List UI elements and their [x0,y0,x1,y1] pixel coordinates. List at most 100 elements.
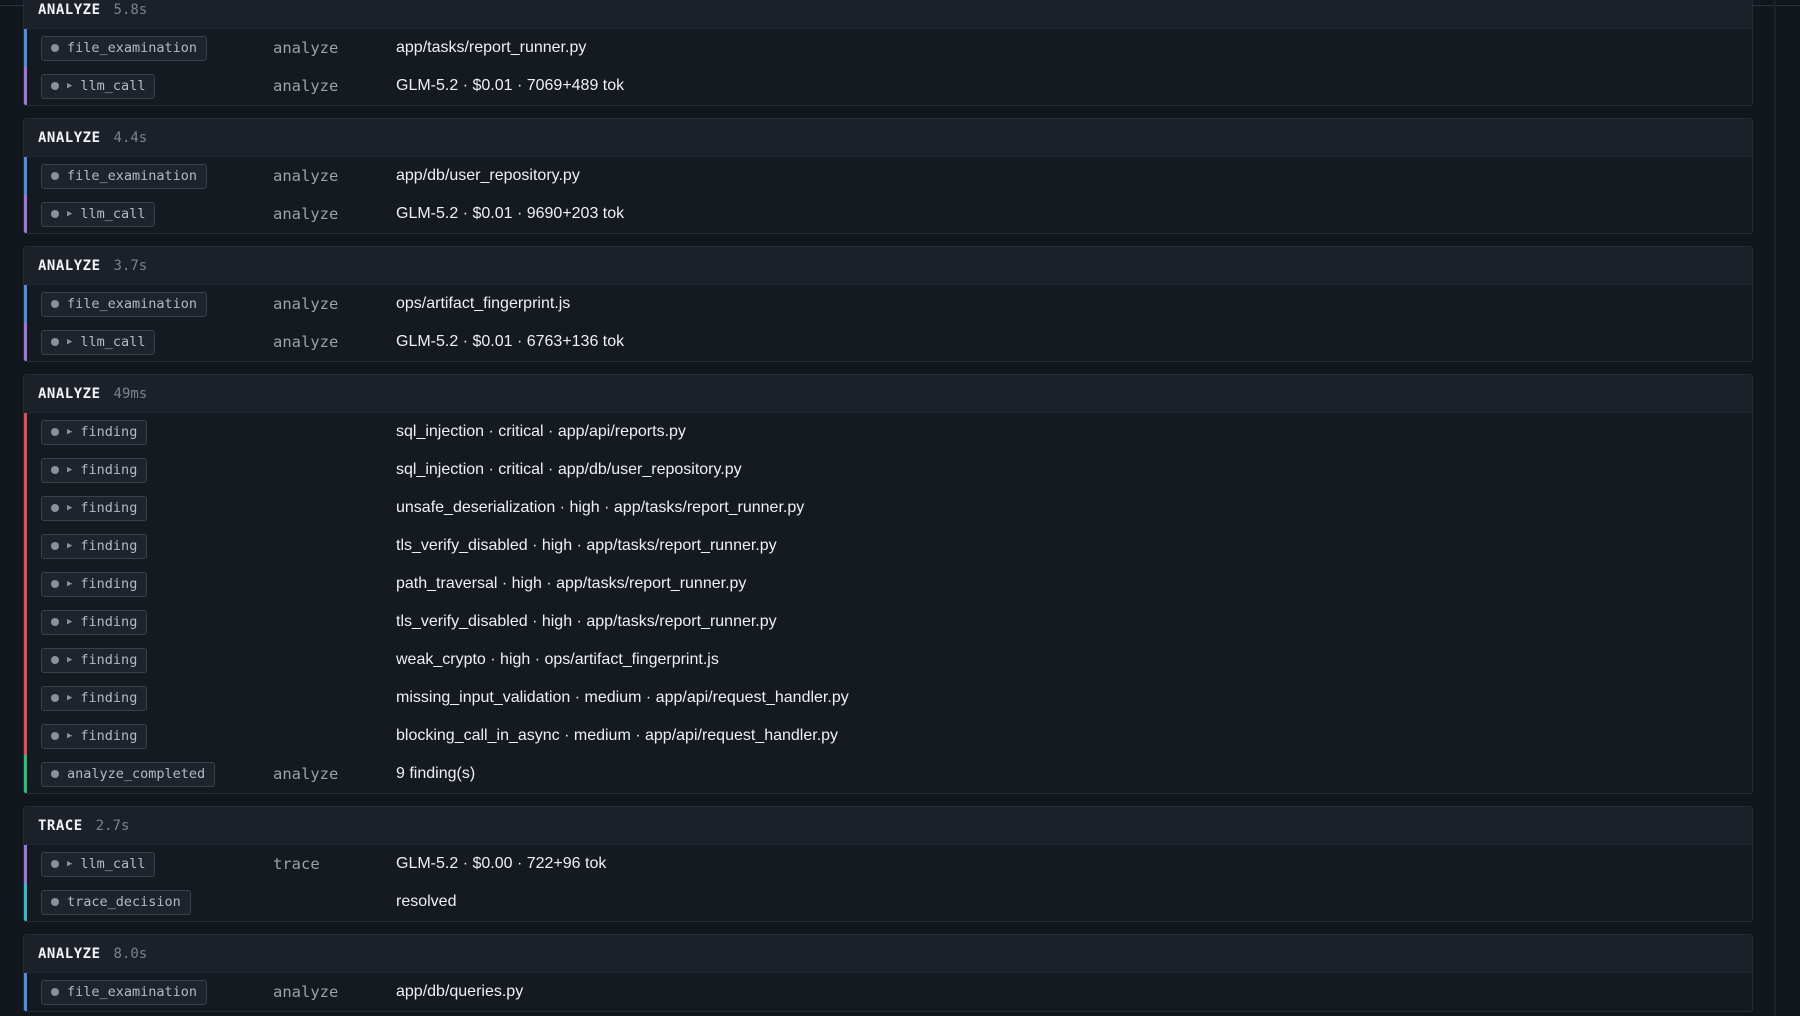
expand-caret-icon[interactable]: ▶ [67,541,72,551]
event-type-label: file_examination [67,296,198,312]
event-type-indicator [24,489,27,527]
status-dot-icon [51,466,59,474]
event-type-chip[interactable]: ▶ finding [41,609,148,635]
event-description: app/tasks/report_runner.py [396,39,587,56]
event-type-indicator [24,285,27,323]
expand-caret-icon[interactable]: ▶ [67,731,72,741]
event-type-indicator [24,565,27,603]
event-type-label: llm_call [80,78,146,94]
event-type-indicator [24,451,27,489]
expand-caret-icon[interactable]: ▶ [67,465,72,475]
event-type-chip[interactable]: ▶ finding [41,647,148,673]
expand-caret-icon[interactable]: ▶ [67,503,72,513]
event-row: ▶ llm_call analyze GLM-5.2 · $0.01 · 6763+1… [24,323,1752,361]
event-group: ANALYZE 4.4s file_examination analyze app/db… [23,118,1753,234]
event-type-label: analyze_completed [67,766,206,782]
event-description: app/db/user_repository.py [396,167,580,184]
event-group-header[interactable]: ANALYZE 3.7s [24,247,1752,285]
event-type-indicator [24,679,27,717]
expand-caret-icon[interactable]: ▶ [67,617,72,627]
event-timeline-viewport: ANALYZE 5.8s file_examination analyze app/ta… [0,0,1800,1016]
event-type-label: file_examination [67,168,198,184]
event-group: ANALYZE 5.8s file_examination analyze app/ta… [23,0,1753,106]
event-description: missing_input_validation · medium · app/… [396,689,849,706]
expand-caret-icon[interactable]: ▶ [67,427,72,437]
event-row: ▶ finding path_traversal · high · app/task… [24,565,1752,603]
group-title: ANALYZE [38,257,101,274]
event-row: ▶ finding sql_injection · critical · app/d… [24,451,1752,489]
event-type-chip[interactable]: ▶ llm_call [41,201,156,227]
event-type-chip[interactable]: ▶ finding [41,571,148,597]
group-title: ANALYZE [38,129,101,146]
event-row: file_examination analyze app/db/user_repos… [24,157,1752,195]
event-type-chip[interactable]: ▶ finding [41,533,148,559]
event-type-chip: analyze_completed [41,761,216,787]
event-type-indicator [24,527,27,565]
group-duration: 4.4s [113,129,148,146]
event-type-chip[interactable]: ▶ llm_call [41,73,156,99]
event-group-header[interactable]: ANALYZE 49ms [24,375,1752,413]
event-group-header[interactable]: ANALYZE 8.0s [24,935,1752,973]
event-row: file_examination analyze ops/artifact_fing… [24,285,1752,323]
event-group-header[interactable]: ANALYZE 5.8s [24,0,1752,29]
event-description: resolved [396,893,457,910]
event-row: ▶ finding tls_verify_disabled · high · app… [24,527,1752,565]
event-type-indicator [24,323,27,361]
event-type-label: finding [80,576,138,592]
event-type-label: file_examination [67,984,198,1000]
event-group: TRACE 2.7s ▶ llm_call trace GLM-5.2 · $0.00 ·… [23,806,1753,922]
expand-caret-icon[interactable]: ▶ [67,209,72,219]
event-type-chip[interactable]: ▶ finding [41,457,148,483]
event-row: ▶ finding missing_input_validation · mediu… [24,679,1752,717]
event-description: GLM-5.2 · $0.01 · 9690+203 tok [396,205,625,222]
event-row: ▶ llm_call trace GLM-5.2 · $0.00 · 722+96 t… [24,845,1752,883]
event-type-chip[interactable]: ▶ finding [41,419,148,445]
status-dot-icon [51,82,59,90]
event-type-chip[interactable]: ▶ finding [41,723,148,749]
event-type-chip[interactable]: ▶ llm_call [41,329,156,355]
event-type-label: finding [80,538,138,554]
event-description: tls_verify_disabled · high · app/tasks/r… [396,537,777,554]
event-description: app/db/queries.py [396,983,524,1000]
status-dot-icon [51,542,59,550]
event-description: GLM-5.2 · $0.01 · 7069+489 tok [396,77,625,94]
status-dot-icon [51,618,59,626]
event-type-chip[interactable]: ▶ llm_call [41,851,156,877]
group-title: ANALYZE [38,385,101,402]
event-type-label: finding [80,462,138,478]
expand-caret-icon[interactable]: ▶ [67,693,72,703]
group-duration: 3.7s [113,257,148,274]
event-row: file_examination analyze app/tasks/report_… [24,29,1752,67]
status-dot-icon [51,210,59,218]
event-description: 9 finding(s) [396,765,476,782]
event-description: sql_injection · critical · app/api/repor… [396,423,686,440]
event-group-header[interactable]: ANALYZE 4.4s [24,119,1752,157]
event-phase: analyze [273,77,339,95]
event-type-indicator [24,973,27,1011]
status-dot-icon [51,580,59,588]
event-type-chip[interactable]: ▶ finding [41,495,148,521]
status-dot-icon [51,300,59,308]
event-type-indicator [24,157,27,195]
event-type-label: finding [80,500,138,516]
event-row: analyze_completed analyze 9 finding(s) [24,755,1752,793]
event-group: ANALYZE 8.0s file_examination analyze app/db… [23,934,1753,1012]
event-phase: analyze [273,167,339,185]
event-phase: analyze [273,765,339,783]
status-dot-icon [51,44,59,52]
event-type-chip[interactable]: ▶ finding [41,685,148,711]
event-type-chip: file_examination [41,163,208,189]
expand-caret-icon[interactable]: ▶ [67,579,72,589]
status-dot-icon [51,428,59,436]
expand-caret-icon[interactable]: ▶ [67,81,72,91]
event-row: ▶ finding unsafe_deserialization · high · … [24,489,1752,527]
expand-caret-icon[interactable]: ▶ [67,859,72,869]
event-phase: trace [273,855,320,873]
event-phase: analyze [273,205,339,223]
expand-caret-icon[interactable]: ▶ [67,655,72,665]
event-description: sql_injection · critical · app/db/user_r… [396,461,742,478]
event-group-header[interactable]: TRACE 2.7s [24,807,1752,845]
event-type-indicator [24,603,27,641]
event-type-indicator [24,883,27,921]
expand-caret-icon[interactable]: ▶ [67,337,72,347]
